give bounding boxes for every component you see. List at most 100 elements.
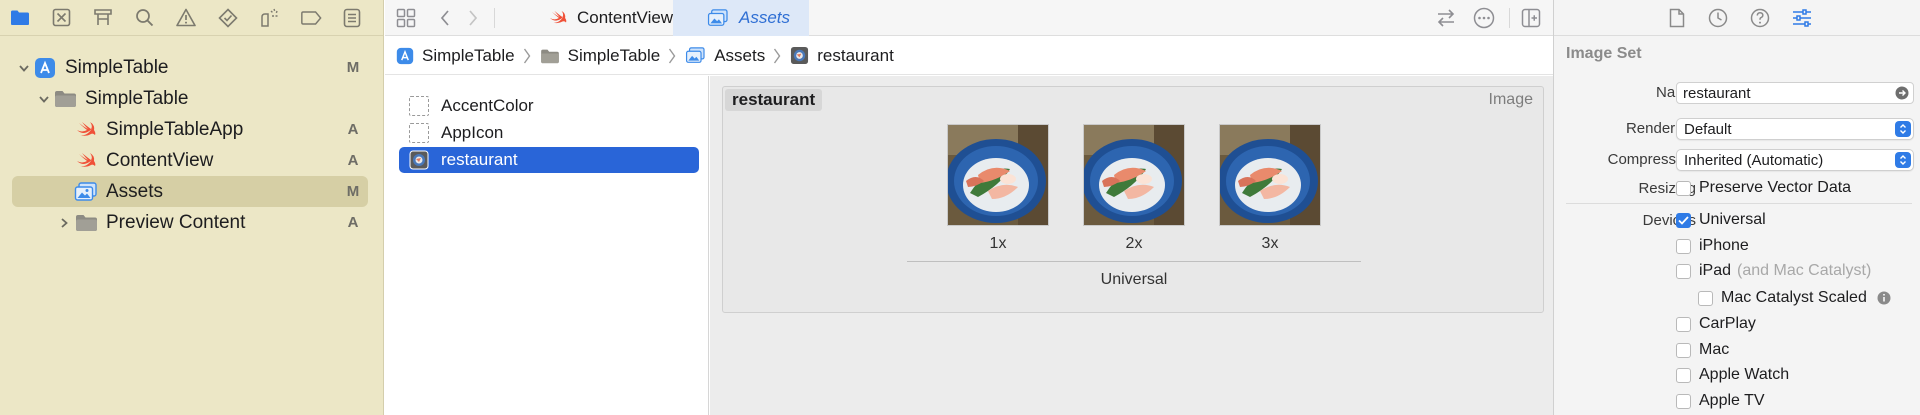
more-options-icon[interactable]: [1473, 7, 1495, 29]
tree-item-group-simpletable[interactable]: SimpleTable: [12, 83, 368, 114]
jump-bar: SimpleTable SimpleTable Assets restauran…: [385, 37, 1553, 75]
device-carplay-checkbox[interactable]: CarPlay: [1676, 315, 1756, 333]
checkbox[interactable]: [1676, 342, 1691, 358]
slot-divider: [907, 261, 1361, 262]
chevron-right-icon[interactable]: [57, 216, 71, 230]
inspector-toolbar: [1554, 0, 1920, 36]
device-mac-catalyst-scaled-checkbox[interactable]: Mac Catalyst Scaled: [1698, 289, 1891, 307]
scm-status-badge: A: [347, 152, 359, 169]
checkbox[interactable]: [1676, 367, 1691, 383]
device-universal-checkbox[interactable]: Universal: [1676, 211, 1766, 229]
forward-icon[interactable]: [467, 9, 479, 27]
image-set-name[interactable]: restaurant: [725, 89, 823, 111]
device-iphone-checkbox[interactable]: iPhone: [1676, 237, 1749, 255]
tree-item-preview-content[interactable]: Preview Content A: [12, 207, 368, 238]
toolbar-divider: [1509, 8, 1510, 28]
chevron-down-icon[interactable]: [17, 61, 31, 75]
asset-item-accentcolor[interactable]: AccentColor: [399, 93, 699, 119]
checkbox[interactable]: [1676, 263, 1691, 279]
image-slot-1x[interactable]: [947, 124, 1049, 226]
checkbox-label: Mac Catalyst Scaled: [1721, 289, 1867, 306]
checkbox-checked[interactable]: [1676, 212, 1691, 228]
breadcrumb-group[interactable]: SimpleTable: [540, 45, 661, 66]
asset-catalog-icon: [707, 9, 729, 27]
breadcrumb-label: SimpleTable: [422, 45, 515, 65]
folder-icon[interactable]: [9, 7, 31, 29]
preserve-vector-checkbox[interactable]: Preserve Vector Data: [1676, 179, 1851, 197]
device-apple-watch-checkbox[interactable]: Apple Watch: [1676, 366, 1789, 384]
device-apple-tv-checkbox[interactable]: Apple TV: [1676, 392, 1765, 410]
history-inspector-icon[interactable]: [1707, 7, 1729, 29]
tab-assets[interactable]: Assets: [673, 0, 809, 36]
breadcrumb-label: SimpleTable: [567, 45, 661, 65]
add-editor-icon[interactable]: [1521, 8, 1541, 28]
go-arrow-icon[interactable]: [1895, 86, 1909, 100]
breadcrumb-project[interactable]: SimpleTable: [396, 46, 515, 66]
color-set-icon: [409, 96, 429, 116]
tree-item-simpletableapp[interactable]: SimpleTableApp A: [12, 114, 368, 145]
select-stepper-icon: [1895, 121, 1911, 137]
name-field[interactable]: restaurant: [1676, 82, 1914, 104]
chevron-right-icon: [773, 47, 781, 65]
grid-icon[interactable]: [396, 8, 416, 28]
image-slot-3x[interactable]: [1219, 124, 1321, 226]
breakpoint-icon[interactable]: [300, 7, 322, 29]
swap-icon[interactable]: [1435, 8, 1457, 28]
scm-status-badge: A: [347, 121, 359, 138]
tab-contentview[interactable]: ContentView: [525, 0, 680, 36]
tab-label: ContentView: [577, 8, 674, 27]
report-icon[interactable]: [341, 7, 363, 29]
help-inspector-icon[interactable]: [1749, 7, 1771, 29]
checkbox[interactable]: [1676, 393, 1691, 409]
device-ipad-checkbox[interactable]: iPad (and Mac Catalyst): [1676, 262, 1871, 280]
checkbox-label: iPhone: [1699, 237, 1749, 254]
tree-item-contentview[interactable]: ContentView A: [12, 145, 368, 176]
find-icon[interactable]: [134, 7, 156, 29]
issue-icon[interactable]: [175, 7, 197, 29]
breadcrumb-assets[interactable]: Assets: [685, 46, 765, 66]
tree-item-label: Assets: [106, 180, 164, 202]
back-icon[interactable]: [439, 9, 451, 27]
tree-item-label: SimpleTableApp: [106, 118, 244, 140]
image-set-panel[interactable]: restaurant Image 1x 2x 3x Universal: [722, 86, 1544, 313]
source-control-icon[interactable]: [51, 7, 73, 29]
chevron-down-icon[interactable]: [37, 92, 51, 106]
restaurant-image-thumbnail: [948, 125, 1048, 225]
breadcrumb-label: restaurant: [817, 45, 894, 65]
name-value: restaurant: [1683, 84, 1751, 102]
symbol-icon[interactable]: [92, 7, 114, 29]
debug-icon[interactable]: [258, 7, 280, 29]
breadcrumb-imageset[interactable]: restaurant: [790, 46, 894, 66]
checkbox-label: CarPlay: [1699, 315, 1756, 332]
attributes-inspector-icon[interactable]: [1791, 7, 1813, 29]
file-inspector-icon[interactable]: [1666, 7, 1688, 29]
folder-icon: [540, 48, 560, 64]
image-set-type: Image: [1488, 91, 1533, 108]
checkbox[interactable]: [1676, 180, 1691, 196]
scm-status-badge: M: [346, 183, 360, 200]
checkbox-label: iPad: [1699, 262, 1732, 279]
render-as-select[interactable]: Default: [1676, 118, 1914, 140]
checkbox-label: Apple Watch: [1699, 366, 1790, 383]
section-divider: [1566, 203, 1912, 204]
compression-select[interactable]: Inherited (Automatic): [1676, 149, 1914, 171]
image-slot-2x[interactable]: [1083, 124, 1185, 226]
asset-item-appicon[interactable]: AppIcon: [399, 120, 699, 146]
asset-item-restaurant[interactable]: restaurant: [399, 147, 699, 173]
checkbox[interactable]: [1676, 238, 1691, 254]
test-icon[interactable]: [217, 7, 239, 29]
asset-catalog-icon: [74, 181, 98, 203]
checkbox[interactable]: [1698, 290, 1713, 306]
attributes-inspector: Image Set Name restaurant Render As Defa…: [1553, 0, 1920, 415]
scm-status-badge: A: [347, 214, 359, 231]
checkbox[interactable]: [1676, 316, 1691, 332]
device-mac-checkbox[interactable]: Mac: [1676, 341, 1729, 359]
tree-item-assets[interactable]: Assets M: [12, 176, 368, 207]
app-project-icon: [396, 47, 414, 65]
swift-file-icon: [74, 150, 98, 172]
info-icon[interactable]: [1877, 291, 1891, 305]
checkbox-label: Universal: [1699, 211, 1766, 228]
tree-item-label: Preview Content: [106, 211, 246, 233]
restaurant-image-thumbnail: [1084, 125, 1184, 225]
tree-item-project[interactable]: SimpleTable M: [12, 52, 368, 83]
